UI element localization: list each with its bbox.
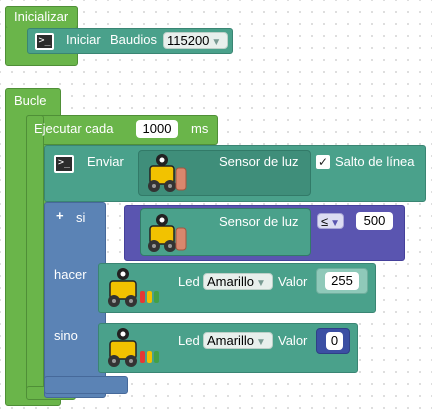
triangle-down-icon: ▼ [330, 218, 341, 229]
else-led-color-dropdown[interactable]: Amarillo ▼ [203, 332, 273, 349]
else-label: sino [54, 328, 78, 343]
then-led-color-value: Amarillo [207, 274, 254, 289]
robot-icon [108, 328, 159, 367]
triangle-down-icon: ▼ [255, 278, 266, 289]
if-else-block[interactable] [44, 202, 106, 398]
then-led-label: Led [178, 274, 200, 289]
baud-value: 115200 [167, 33, 210, 48]
robot-icon [148, 214, 187, 252]
then-led-value-label: Valor [278, 274, 308, 289]
cond-sensor-label: Sensor de luz [219, 214, 299, 229]
terminal-icon: >_ [35, 33, 54, 50]
serial-init-label: Iniciar [66, 32, 101, 47]
robot-icon [148, 154, 187, 192]
robot-icon [108, 268, 159, 307]
else-led-value-input[interactable]: 0 [326, 332, 343, 350]
newline-label: Salto de línea [335, 154, 415, 169]
setup-title: Inicializar [14, 9, 69, 24]
then-label: hacer [54, 267, 87, 282]
then-led-color-dropdown[interactable]: Amarillo ▼ [203, 273, 273, 290]
if-else-footer [44, 376, 128, 394]
newline-checkbox[interactable]: ✓ [316, 155, 330, 169]
timer-block-body [26, 115, 44, 398]
then-led-value-input[interactable]: 255 [325, 272, 359, 290]
interval-input[interactable]: 1000 [136, 120, 178, 138]
operator-value: ≤ [321, 214, 329, 229]
baud-dropdown[interactable]: 115200 ▼ [163, 32, 228, 49]
send-label: Enviar [87, 154, 124, 169]
operator-dropdown[interactable]: ≤ ▼ [317, 213, 344, 229]
if-label: si [76, 210, 86, 225]
baud-label: Baudios [110, 32, 157, 47]
loop-title: Bucle [14, 93, 47, 108]
triangle-down-icon: ▼ [211, 37, 222, 48]
timer-label: Ejecutar cada [34, 121, 114, 136]
send-sensor-label: Sensor de luz [219, 154, 299, 169]
else-led-value-label: Valor [278, 333, 308, 348]
else-led-label: Led [178, 333, 200, 348]
interval-unit: ms [191, 121, 209, 136]
else-led-color-value: Amarillo [207, 333, 254, 348]
terminal-icon: >_ [54, 155, 74, 173]
threshold-input[interactable]: 500 [356, 212, 393, 230]
plus-icon[interactable]: + [56, 208, 64, 223]
triangle-down-icon: ▼ [255, 337, 266, 348]
